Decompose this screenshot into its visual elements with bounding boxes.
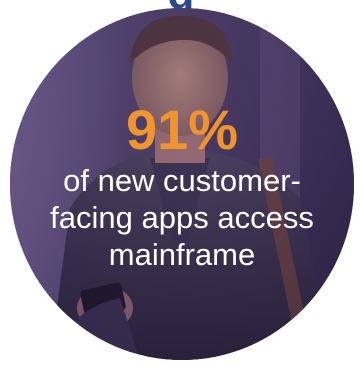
caption-line: mainframe [108,237,256,272]
infographic: g [0,0,362,367]
stat-value: 91% [125,98,239,161]
caption-line: facing apps access [50,200,314,235]
stat-caption: of new customer- facing apps access main… [10,162,354,273]
stat-block: 91% of new customer- facing apps access … [10,100,354,273]
caption-line: of new customer- [63,163,301,198]
photo-circle: 91% of new customer- facing apps access … [10,8,354,360]
